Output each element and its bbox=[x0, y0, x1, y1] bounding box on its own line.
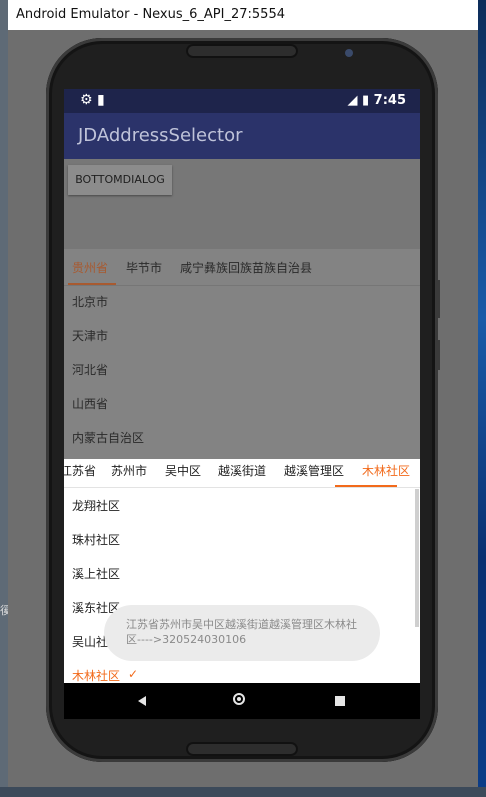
list-item-selected[interactable]: 木林社区 bbox=[72, 667, 120, 684]
list-item[interactable]: 内蒙古自治区 bbox=[72, 429, 144, 446]
list-item[interactable]: 河北省 bbox=[72, 361, 108, 378]
phone-screen: ⚙ ▮ ◢ ▮ 7:45 JDAddressSelector BOTTOMDIA… bbox=[64, 89, 420, 719]
address-sheet-back: 贵州省 毕节市 咸宁彝族回族苗族自治县 北京市 天津市 河北省 山西省 内蒙古自… bbox=[64, 249, 420, 459]
status-left-icons: ⚙ ▮ bbox=[80, 92, 105, 108]
bottom-dialog-button[interactable]: BOTTOMDIALOG bbox=[68, 165, 172, 195]
list-item[interactable]: 北京市 bbox=[72, 293, 108, 310]
tab-province[interactable]: 贵州省 bbox=[72, 259, 108, 276]
tab-community[interactable]: 木林社区 bbox=[362, 462, 410, 479]
list-item[interactable]: 山西省 bbox=[72, 395, 108, 412]
list-item[interactable]: 龙翔社区 bbox=[72, 497, 120, 514]
list-item[interactable]: 溪上社区 bbox=[72, 565, 120, 582]
volume-button[interactable] bbox=[437, 280, 440, 318]
bottom-speaker bbox=[186, 742, 298, 756]
tab-county[interactable]: 咸宁彝族回族苗族自治县 bbox=[180, 259, 312, 276]
navigation-bar bbox=[64, 683, 420, 719]
tab-divider bbox=[64, 285, 420, 286]
battery-icon: ▮ bbox=[361, 93, 370, 108]
list-item[interactable]: 珠村社区 bbox=[72, 531, 120, 548]
status-right: ◢ ▮ 7:45 bbox=[347, 93, 406, 108]
sd-card-icon: ▮ bbox=[97, 92, 105, 108]
tab-province[interactable]: 江苏省 bbox=[64, 462, 96, 479]
desktop-right-strip bbox=[478, 0, 486, 797]
top-speaker bbox=[186, 44, 298, 58]
emulator-window-title: Android Emulator - Nexus_6_API_27:5554 bbox=[8, 0, 478, 30]
tab-street[interactable]: 越溪街道 bbox=[218, 462, 266, 479]
app-title: JDAddressSelector bbox=[64, 113, 420, 159]
list-item[interactable]: 天津市 bbox=[72, 327, 108, 344]
home-icon[interactable] bbox=[233, 693, 245, 705]
desktop-left-strip bbox=[0, 0, 8, 797]
tab-divider bbox=[64, 487, 420, 488]
scrollbar[interactable] bbox=[415, 489, 419, 627]
checkmark-icon: ✓ bbox=[128, 667, 139, 681]
desktop-taskbar-strip bbox=[0, 787, 486, 797]
address-sheet-front: 江苏省 苏州市 吴中区 越溪街道 越溪管理区 木林社区 龙翔社区 珠村社区 溪上… bbox=[64, 459, 420, 719]
tab-district[interactable]: 吴中区 bbox=[165, 462, 201, 479]
signal-icon: ◢ bbox=[347, 93, 358, 108]
toast-message: 江苏省苏州市吴中区越溪街道越溪管理区木林社区---->320524030106 bbox=[104, 605, 380, 661]
status-bar: ⚙ ▮ ◢ ▮ 7:45 bbox=[64, 89, 420, 113]
recents-icon[interactable] bbox=[335, 696, 345, 706]
tab-city[interactable]: 苏州市 bbox=[111, 462, 147, 479]
tab-city[interactable]: 毕节市 bbox=[126, 259, 162, 276]
back-icon[interactable] bbox=[138, 696, 146, 706]
power-button[interactable] bbox=[437, 340, 440, 370]
gear-icon: ⚙ bbox=[80, 92, 93, 108]
status-time: 7:45 bbox=[373, 93, 406, 108]
tab-management-area[interactable]: 越溪管理区 bbox=[284, 462, 344, 479]
front-camera bbox=[345, 49, 353, 57]
